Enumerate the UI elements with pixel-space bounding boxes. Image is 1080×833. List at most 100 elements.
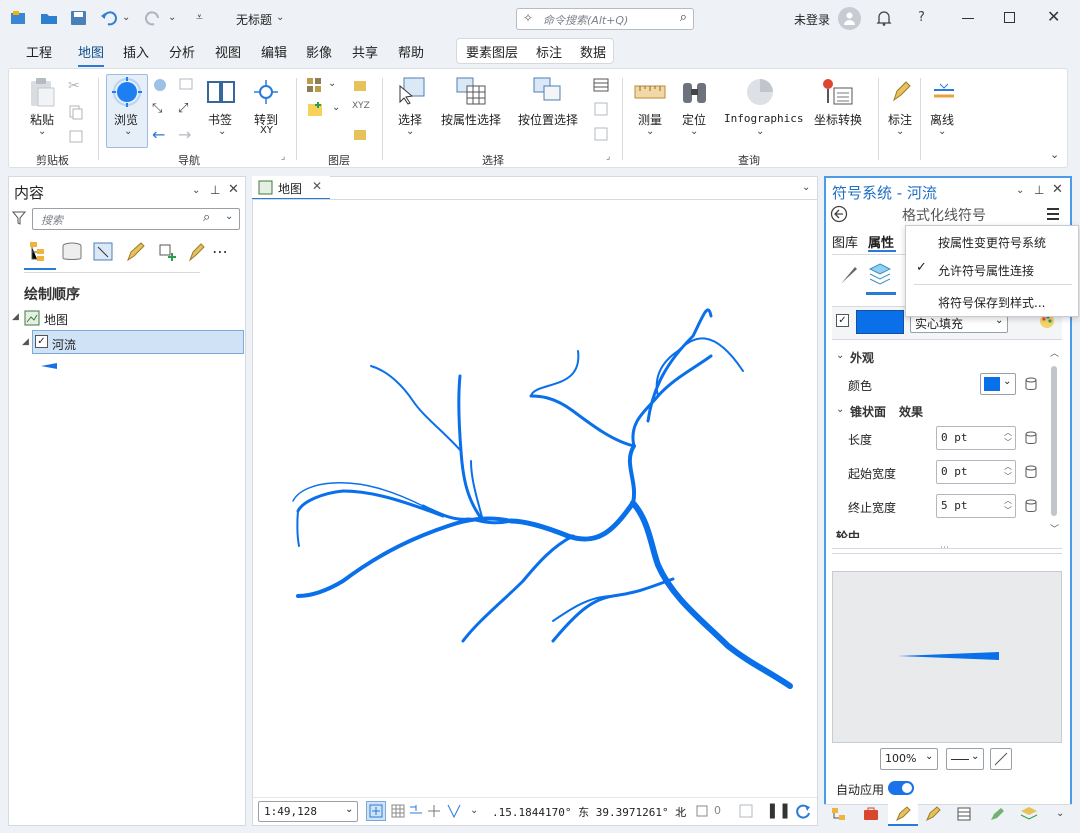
select-dropdown-icon[interactable]: ⌄ <box>406 126 414 137</box>
selection-launcher-icon[interactable]: ⌟ <box>606 152 610 162</box>
offline-dropdown-icon[interactable]: ⌄ <box>938 126 946 137</box>
avatar[interactable] <box>838 7 861 30</box>
save-project-icon[interactable] <box>70 10 88 26</box>
open-project-icon[interactable] <box>40 10 58 26</box>
locate-dropdown-icon[interactable]: ⌄ <box>690 126 698 137</box>
pane-layers-icon[interactable] <box>1020 806 1038 822</box>
measure-status-icon[interactable] <box>446 803 462 819</box>
preview-line-style-select[interactable]: ⌄ <box>946 748 984 770</box>
layer-river-label[interactable]: 河流 <box>52 336 76 353</box>
symbol-layers-icon[interactable] <box>868 262 892 286</box>
tab-analysis[interactable]: 分析 <box>169 42 195 61</box>
fixed-zoom-in-icon[interactable]: ⤡ <box>152 101 168 117</box>
navigate-launcher-icon[interactable]: ⌟ <box>281 152 285 162</box>
taper-section-heading[interactable]: 锥状面 <box>850 403 886 420</box>
tab-edit[interactable]: 编辑 <box>261 42 287 61</box>
contents-pin-icon[interactable]: ⊥ <box>210 183 220 197</box>
redo-icon[interactable] <box>144 10 162 26</box>
scroll-up-icon[interactable]: ︿ <box>1050 346 1059 359</box>
length-decrement-icon[interactable]: ﹀ <box>1003 439 1013 447</box>
add-data-icon[interactable] <box>306 101 326 119</box>
list-by-selection-icon[interactable] <box>92 241 116 263</box>
redo-dropdown-icon[interactable]: ⌄ <box>168 12 176 23</box>
copy-icon[interactable] <box>68 104 84 120</box>
layer-symbol-swatch[interactable] <box>40 361 58 371</box>
contents-search-dropdown-icon[interactable]: ⌄ <box>225 211 233 222</box>
maximize-button[interactable] <box>1004 12 1015 23</box>
symbol-brush-icon[interactable] <box>838 264 860 286</box>
tab-data[interactable]: 数据 <box>580 42 606 61</box>
pause-drawing-icon[interactable]: ❚❚ <box>766 801 791 819</box>
pane-geoprocessing-icon[interactable] <box>862 806 880 822</box>
xy-data-icon[interactable]: XYZ <box>352 101 370 117</box>
menu-item-vary-by-attribute[interactable]: 按属性变更符号系统 <box>938 234 1046 251</box>
tab-share[interactable]: 共享 <box>352 42 378 61</box>
preview-zoom-dropdown-icon[interactable]: ⌄ <box>925 751 933 762</box>
list-by-drawing-order-icon[interactable] <box>28 241 52 263</box>
tab-project[interactable]: 工程 <box>26 42 52 61</box>
menu-item-allow-attribute-connection[interactable]: 允许符号属性连接 <box>938 262 1034 279</box>
notification-bell-icon[interactable] <box>876 10 892 26</box>
list-by-snapping-icon[interactable] <box>156 241 180 263</box>
minimize-button[interactable] <box>962 18 974 19</box>
end-width-increment-icon[interactable]: ︿ <box>1003 497 1013 505</box>
preview-swatch-toggle[interactable] <box>990 748 1012 770</box>
tab-labeling[interactable]: 标注 <box>536 42 562 61</box>
contents-options-icon[interactable]: ⌄ <box>192 185 200 196</box>
refresh-icon[interactable] <box>794 802 812 820</box>
scale-selector[interactable]: 1:49,128 ⌄ <box>258 801 358 822</box>
pane-catalog-icon[interactable] <box>830 806 848 822</box>
new-project-icon[interactable] <box>10 10 28 26</box>
copy-path-icon[interactable] <box>68 128 84 144</box>
scroll-thumb[interactable] <box>1051 366 1057 516</box>
scale-dropdown-icon[interactable]: ⌄ <box>345 804 353 815</box>
undo-dropdown-icon[interactable]: ⌄ <box>122 12 130 23</box>
menu-item-save-symbol-to-style[interactable]: 将符号保存到样式... <box>938 294 1045 311</box>
refresh-disabled-icon[interactable] <box>738 803 754 819</box>
pane-edit-icon[interactable] <box>988 806 1006 822</box>
preview-zoom-select[interactable]: 100% ⌄ <box>880 748 938 770</box>
scroll-down-icon[interactable]: ﹀ <box>1050 522 1059 535</box>
symbology-pin-icon[interactable]: ⊥ <box>1034 183 1044 197</box>
status-tools-dropdown-icon[interactable]: ⌄ <box>470 805 478 816</box>
filter-icon[interactable] <box>12 211 26 225</box>
back-arrow-icon[interactable]: ← <box>152 125 168 144</box>
contents-search-icon[interactable]: ⌕ <box>203 210 210 225</box>
fixed-zoom-out-icon[interactable]: ⤢ <box>178 101 194 117</box>
full-extent-icon[interactable] <box>152 77 170 93</box>
title-dropdown-icon[interactable]: ⌄ <box>276 12 284 23</box>
map-canvas[interactable] <box>253 201 817 797</box>
start-width-decrement-icon[interactable]: ﹀ <box>1003 473 1013 481</box>
partial-section-heading[interactable]: 轮中 <box>836 528 860 538</box>
measure-dropdown-icon[interactable]: ⌄ <box>646 126 654 137</box>
preview-splitter[interactable]: ⋯ <box>832 543 1062 554</box>
taper-collapse-icon[interactable]: ⌄ <box>836 404 844 415</box>
tab-properties[interactable]: 属性 <box>868 232 894 251</box>
end-width-input[interactable]: 5 pt ︿ ﹀ <box>936 494 1016 518</box>
add-graphics-layer-icon[interactable] <box>352 126 370 142</box>
effects-section-heading[interactable]: 效果 <box>899 403 923 420</box>
close-window-button[interactable]: ✕ <box>1047 7 1060 26</box>
symbology-close-icon[interactable]: ✕ <box>1052 182 1063 197</box>
coordinate-format-dropdown-icon[interactable]: ⌄ <box>677 805 685 816</box>
infographics-dropdown-icon[interactable]: ⌄ <box>756 126 764 137</box>
layer-expand-icon[interactable]: ◢ <box>22 337 29 347</box>
attributes-icon[interactable] <box>593 77 611 93</box>
basemap-dropdown-icon[interactable]: ⌄ <box>328 78 336 89</box>
length-increment-icon[interactable]: ︿ <box>1003 429 1013 437</box>
tab-gallery[interactable]: 图库 <box>832 232 858 251</box>
zoom-to-selection-icon[interactable] <box>593 126 611 142</box>
color-picker-dropdown-icon[interactable]: ⌄ <box>1003 376 1011 387</box>
undo-icon[interactable] <box>100 10 118 26</box>
appearance-collapse-icon[interactable]: ⌄ <box>836 350 844 361</box>
layer-visibility-checkbox[interactable]: ✓ <box>35 335 48 348</box>
previous-extent-icon[interactable] <box>178 77 196 93</box>
cut-icon[interactable]: ✂ <box>68 78 84 94</box>
color-attribute-mapping-icon[interactable] <box>1024 377 1038 391</box>
coordinate-conversion-button[interactable]: 坐标转换 <box>814 111 862 128</box>
tab-imagery[interactable]: 影像 <box>306 42 332 61</box>
tab-help[interactable]: 帮助 <box>398 42 424 61</box>
pane-labeling-icon[interactable] <box>924 806 942 822</box>
select-by-location-button[interactable]: 按位置选择 <box>518 111 578 128</box>
map-tab-close-icon[interactable]: ✕ <box>312 179 322 193</box>
